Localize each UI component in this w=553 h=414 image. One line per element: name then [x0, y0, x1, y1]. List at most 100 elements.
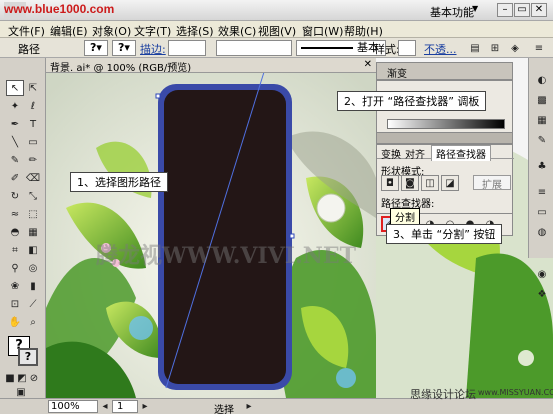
pencil-icon[interactable]: ✏	[24, 152, 42, 168]
eraser-icon[interactable]: ⌫	[24, 170, 42, 186]
zoom-icon[interactable]: ⌕	[24, 314, 42, 330]
intersect-icon[interactable]: ◫	[421, 175, 439, 191]
opacity-label[interactable]: 不透...	[424, 41, 457, 57]
artwork	[46, 58, 376, 398]
workspace-dropdown-icon[interactable]: ▼	[472, 4, 478, 13]
center-watermark: 腾龙视WWW.VIVI.NET	[96, 243, 356, 269]
tab-align[interactable]: 对齐	[405, 146, 425, 161]
stroke-weight-input[interactable]	[168, 40, 206, 56]
style-label: 样式:	[374, 43, 400, 56]
zoom-dropdown[interactable]: 100%	[48, 400, 98, 413]
exclude-icon[interactable]: ◪	[441, 175, 459, 191]
rotate-icon[interactable]: ↻	[6, 188, 24, 204]
color-guide-icon[interactable]: ▩	[533, 92, 551, 108]
symbols-icon[interactable]: ♣	[533, 158, 551, 174]
current-tool-status: 选择	[214, 405, 234, 414]
type-icon[interactable]: T	[24, 116, 42, 132]
width-icon[interactable]: ≈	[6, 206, 24, 222]
swatches-icon[interactable]: ▦	[533, 112, 551, 128]
status-menu-icon[interactable]: ▸	[244, 399, 254, 413]
blob-brush-icon[interactable]: ✐	[6, 170, 24, 186]
watermark-text: www.blue1000.com	[4, 2, 115, 16]
restore-button[interactable]: ▭	[514, 3, 530, 17]
workspace-label[interactable]: 基本功能	[430, 4, 474, 20]
graphic-style-dropdown[interactable]	[398, 40, 416, 56]
menu-select[interactable]: 选择(S)	[176, 23, 214, 39]
close-document-icon[interactable]: ✕	[364, 59, 372, 70]
blend-icon[interactable]: ◎	[24, 260, 42, 276]
line-icon[interactable]: ╲	[6, 134, 24, 150]
graph-icon[interactable]: ▮	[24, 278, 42, 294]
scale-icon[interactable]: ⤡	[24, 188, 42, 204]
menu-help[interactable]: 帮助(H)	[344, 23, 383, 39]
lasso-icon[interactable]: ℓ	[24, 98, 42, 114]
object-type-label: 路径	[18, 43, 40, 56]
page-number: 1	[117, 401, 124, 412]
document-title: 背景. ai* @ 100% (RGB/预览)	[50, 63, 192, 74]
stroke-panel-icon[interactable]: ≡	[533, 184, 551, 200]
selection-arrow-icon[interactable]: ↖	[6, 80, 24, 96]
tab-pathfinder[interactable]: 路径查找器	[431, 145, 491, 161]
free-transform-icon[interactable]: ⬚	[24, 206, 42, 222]
magic-wand-icon[interactable]: ✦	[6, 98, 24, 114]
menu-object[interactable]: 对象(O)	[92, 23, 131, 39]
color-panel-icon[interactable]: ◐	[533, 72, 551, 88]
unite-icon[interactable]: ◘	[381, 175, 399, 191]
stroke-swatch[interactable]: ?	[18, 348, 38, 366]
document-tab[interactable]: 背景. ai* @ 100% (RGB/预览) ✕	[46, 58, 376, 74]
bottom-watermark-url: www.MISSYUAN.COM	[478, 388, 553, 397]
minus-front-icon[interactable]: ◙	[401, 175, 419, 191]
menu-window[interactable]: 窗口(W)	[302, 23, 343, 39]
pen-icon[interactable]: ✒	[6, 116, 24, 132]
panel-icon-dock: ◐ ▩ ▦ ✎ ♣ ≡ ▭ ◍ ◉ ❖	[528, 58, 553, 300]
transparency-icon[interactable]: ◍	[533, 224, 551, 240]
brush-dropdown[interactable]: 基本	[296, 40, 386, 56]
eyedropper-icon[interactable]: ⚲	[6, 260, 24, 276]
paintbrush-icon[interactable]: ✎	[6, 152, 24, 168]
menu-effect[interactable]: 效果(C)	[218, 23, 256, 39]
symbol-sprayer-icon[interactable]: ❀	[6, 278, 24, 294]
panel-menu-icon[interactable]: ≡	[530, 40, 548, 56]
shape-builder-icon[interactable]: ◓	[6, 224, 24, 240]
direct-selection-icon[interactable]: ⇱	[24, 80, 42, 96]
stroke-label[interactable]: 描边:	[140, 41, 166, 57]
divide-tooltip: 分割	[390, 208, 420, 225]
appearance-icon[interactable]: ◉	[533, 266, 551, 282]
expand-button[interactable]: 扩展	[473, 175, 511, 191]
perspective-grid-icon[interactable]: ▦	[24, 224, 42, 240]
rectangle-icon[interactable]: ▭	[24, 134, 42, 150]
isolate-icon[interactable]: ◈	[506, 40, 524, 56]
mesh-icon[interactable]: ⌗	[6, 242, 24, 258]
pathfinder-panel-header[interactable]	[376, 132, 513, 144]
title-bar: www.blue1000.com 基本功能 ▼ – ▭ ✕	[0, 0, 553, 21]
variable-width-dropdown[interactable]	[216, 40, 292, 56]
zoom-value: 100%	[51, 401, 80, 412]
gradient-slider[interactable]	[387, 119, 505, 129]
transform-icon[interactable]: ⊞	[486, 40, 504, 56]
gradient-panel-icon[interactable]: ▭	[533, 204, 551, 220]
gradient-panel-header[interactable]: 渐变	[376, 62, 513, 80]
menu-view[interactable]: 视图(V)	[258, 23, 296, 39]
align-icon[interactable]: ▤	[466, 40, 484, 56]
tab-transform[interactable]: 变换	[381, 146, 401, 161]
next-page-icon[interactable]: ▸	[140, 399, 150, 413]
gradient-panel-title: 渐变	[387, 69, 407, 80]
artboard-canvas[interactable]: 腾龙视WWW.VIVI.NET	[46, 58, 376, 398]
minimize-button[interactable]: –	[497, 3, 513, 17]
layers-icon[interactable]: ❖	[533, 286, 551, 302]
brush-stroke-preview	[301, 47, 353, 49]
close-button[interactable]: ✕	[531, 3, 547, 17]
slice-icon[interactable]: ⟋	[24, 296, 42, 312]
fill-color-dropdown[interactable]: ?▾	[84, 40, 108, 56]
menu-type[interactable]: 文字(T)	[134, 23, 171, 39]
stroke-color-dropdown[interactable]: ?▾	[112, 40, 136, 56]
menu-file[interactable]: 文件(F)	[8, 23, 45, 39]
artboard-icon[interactable]: ⊡	[6, 296, 24, 312]
menu-edit[interactable]: 编辑(E)	[50, 23, 88, 39]
brushes-icon[interactable]: ✎	[533, 132, 551, 148]
gradient-icon[interactable]: ◧	[24, 242, 42, 258]
panel-tabs: 变换 对齐 路径查找器	[377, 145, 514, 161]
hand-icon[interactable]: ✋	[6, 314, 24, 330]
page-field[interactable]: 1	[112, 400, 138, 413]
first-page-icon[interactable]: ◂	[100, 399, 110, 413]
